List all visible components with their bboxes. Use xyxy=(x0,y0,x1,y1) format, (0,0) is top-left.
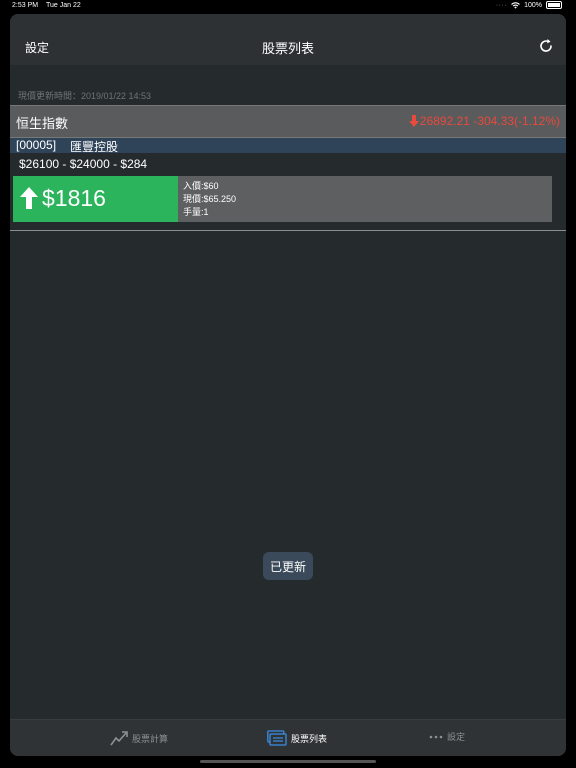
index-name: 恒生指數 xyxy=(16,116,69,131)
battery-icon xyxy=(546,1,562,9)
status-time: 2:53 PM xyxy=(12,2,39,9)
index-value-group: 26892.21 -304.33(-1.12%) xyxy=(408,114,560,128)
battery-percent: 100% xyxy=(524,1,542,9)
status-date: Tue Jan 22 xyxy=(46,2,81,9)
tab-label: 股票列表 xyxy=(291,733,328,744)
chart-trend-icon xyxy=(110,731,128,746)
stock-details: 入價:$60 現價:$65.250 手量:1 xyxy=(183,180,236,219)
stock-name: 匯豐控股 xyxy=(70,140,119,154)
signal-dots-icon: ···· xyxy=(495,1,508,9)
index-row[interactable]: 恒生指數 26892.21 -304.33(-1.12%) xyxy=(10,105,566,138)
tab-settings[interactable]: 設定 xyxy=(429,730,465,743)
tab-stock-list[interactable]: 股票列表 xyxy=(267,730,327,746)
row-divider xyxy=(10,230,566,231)
more-dots-icon xyxy=(429,735,443,738)
tab-label: 股票計算 xyxy=(132,733,169,744)
profit-amount: $1816 xyxy=(42,185,106,211)
index-value: 26892.21 -304.33(-1.12%) xyxy=(419,114,560,128)
tab-label: 設定 xyxy=(447,732,466,742)
app-sheet: 設定 股票列表 現價更新時間：2019/01/22 14:53 恒生指數 268… xyxy=(10,14,566,756)
buy-price: 入價:$60 xyxy=(183,181,219,191)
up-arrow-icon xyxy=(20,187,38,209)
page-title: 股票列表 xyxy=(261,41,314,56)
updated-toast: 已更新 xyxy=(263,552,313,580)
tab-stock-calculator[interactable]: 股票計算 xyxy=(110,730,168,746)
current-price: 現價:$65.250 xyxy=(183,194,237,204)
wifi-icon xyxy=(511,1,520,9)
stock-code: [00005] xyxy=(16,138,57,152)
profit-box: $1816 xyxy=(13,176,178,222)
down-arrow-icon xyxy=(408,115,419,127)
status-bar: 2:53 PM Tue Jan 22 ···· 100% xyxy=(0,0,576,12)
lot-count: 手量:1 xyxy=(183,207,209,217)
tab-bar: 股票計算 股票列表 設定 xyxy=(10,719,566,756)
price-update-time: 現價更新時間：2019/01/22 14:53 xyxy=(18,91,152,101)
stock-header[interactable]: [00005] 匯豐控股 xyxy=(10,138,566,154)
status-right: ···· 100% xyxy=(496,1,562,9)
stock-price-range: $26100 - $24000 - $284 xyxy=(19,157,148,171)
stock-card[interactable]: $1816 入價:$60 現價:$65.250 手量:1 xyxy=(13,176,552,222)
refresh-icon[interactable] xyxy=(538,38,554,54)
navigation-bar: 設定 股票列表 xyxy=(10,14,566,65)
list-icon xyxy=(267,730,287,746)
home-indicator[interactable] xyxy=(200,760,376,763)
